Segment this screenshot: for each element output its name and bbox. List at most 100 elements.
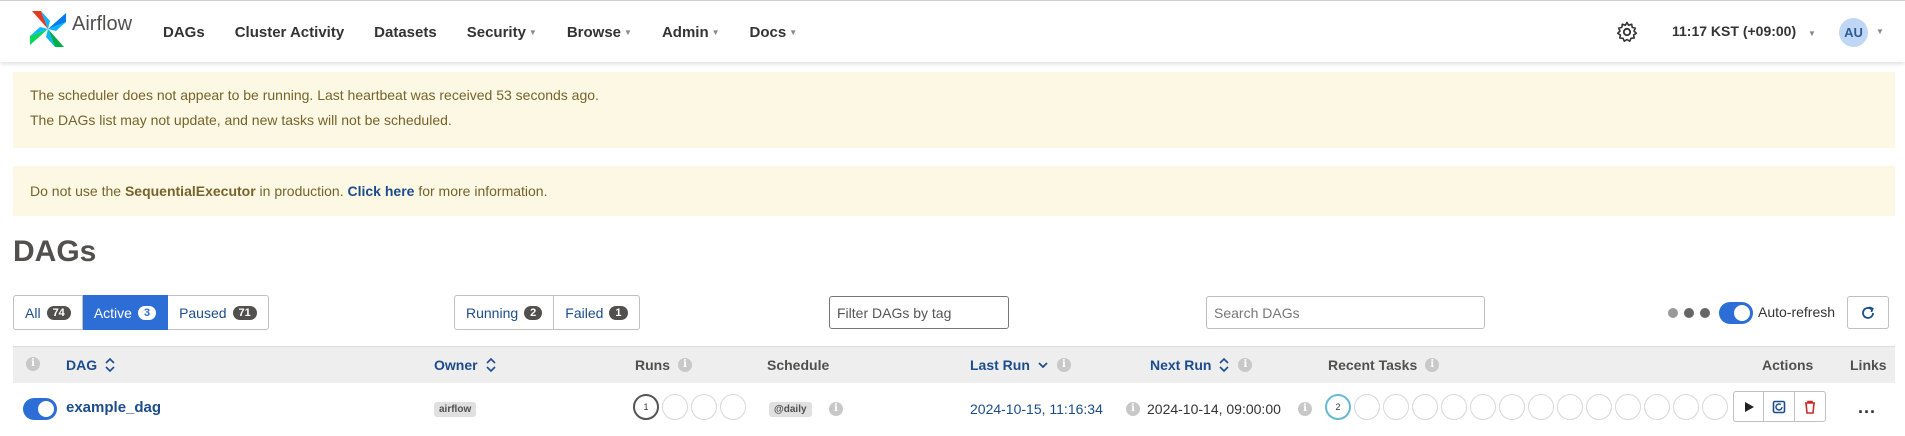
column-dag-label: DAG bbox=[66, 357, 98, 373]
filter-failed-label: Failed bbox=[565, 304, 604, 321]
column-runs-label: Runs bbox=[635, 357, 670, 373]
run-state-filter-group: Running 2 Failed 1 bbox=[454, 295, 640, 330]
filter-tags-input[interactable]: Filter DAGs by tag bbox=[829, 296, 1009, 329]
task-state-circle[interactable]: 2 bbox=[1325, 394, 1351, 420]
run-state-circle[interactable] bbox=[662, 394, 688, 420]
column-info-icon: i bbox=[26, 357, 40, 371]
filter-paused-button[interactable]: Paused 71 bbox=[168, 295, 269, 330]
chevron-down-icon bbox=[1038, 362, 1048, 369]
filter-active-button[interactable]: Active 3 bbox=[82, 295, 169, 330]
delete-dag-button[interactable] bbox=[1795, 391, 1826, 422]
run-state-circle[interactable]: 1 bbox=[633, 394, 659, 420]
trigger-dag-button[interactable] bbox=[1733, 391, 1764, 422]
task-state-circle[interactable] bbox=[1499, 394, 1525, 420]
auto-refresh-label: Auto-refresh bbox=[1758, 304, 1836, 320]
run-state-circle[interactable] bbox=[691, 394, 717, 420]
airflow-brand[interactable]: Airflow bbox=[28, 9, 132, 49]
refresh-dag-button[interactable] bbox=[1764, 391, 1795, 422]
task-state-circle[interactable] bbox=[1470, 394, 1496, 420]
task-state-circle[interactable] bbox=[1441, 394, 1467, 420]
dag-actions bbox=[1733, 391, 1826, 422]
column-last-run-label: Last Run bbox=[970, 357, 1030, 373]
filter-paused-label: Paused bbox=[179, 304, 227, 321]
auto-refresh-toggle[interactable] bbox=[1719, 302, 1753, 324]
nav-dags[interactable]: DAGs bbox=[163, 24, 205, 41]
filter-running-button[interactable]: Running 2 bbox=[454, 295, 555, 330]
chevron-down-icon: ▼ bbox=[528, 27, 537, 37]
info-icon[interactable]: i bbox=[1425, 358, 1440, 372]
filter-failed-count: 1 bbox=[609, 305, 628, 320]
search-dags-placeholder: Search DAGs bbox=[1214, 304, 1300, 321]
chevron-down-icon[interactable]: ▼ bbox=[1876, 27, 1884, 36]
task-state-circle[interactable] bbox=[1586, 394, 1612, 420]
trash-icon bbox=[1805, 400, 1815, 414]
nav-docs[interactable]: Docs ▼ bbox=[750, 24, 798, 41]
column-next-run-label: Next Run bbox=[1150, 357, 1212, 373]
time-label: 11:17 KST (+09:00) bbox=[1672, 23, 1797, 39]
scheduler-warning-line2: The DAGs list may not update, and new ta… bbox=[30, 112, 452, 128]
nav-cluster-activity[interactable]: Cluster Activity bbox=[235, 24, 344, 41]
nav-browse[interactable]: Browse ▼ bbox=[567, 24, 632, 41]
task-state-circle[interactable] bbox=[1644, 394, 1670, 420]
dag-pause-toggle[interactable] bbox=[23, 398, 57, 420]
column-links-label: Links bbox=[1850, 357, 1887, 373]
filter-paused-count: 71 bbox=[232, 305, 257, 320]
task-state-circle[interactable] bbox=[1528, 394, 1554, 420]
filter-active-count: 3 bbox=[137, 305, 157, 320]
scheduler-warning-line1: The scheduler does not appear to be runn… bbox=[30, 87, 599, 103]
nav-security[interactable]: Security ▼ bbox=[467, 24, 537, 41]
timezone-display[interactable]: 11:17 KST (+09:00) ▼ bbox=[1672, 23, 1816, 39]
chevron-down-icon: ▼ bbox=[624, 27, 632, 37]
column-next-run[interactable]: Next Run i bbox=[1150, 357, 1253, 373]
executor-docs-link[interactable]: Click here bbox=[348, 183, 415, 199]
user-avatar[interactable]: AU bbox=[1839, 18, 1868, 47]
run-state-circle[interactable] bbox=[720, 394, 746, 420]
nav-docs-label: Docs bbox=[749, 23, 787, 41]
nav-cluster-activity-label: Cluster Activity bbox=[234, 23, 345, 41]
info-icon[interactable]: i bbox=[678, 358, 692, 372]
filter-running-label: Running bbox=[466, 304, 519, 321]
task-state-circle[interactable] bbox=[1557, 394, 1583, 420]
task-state-circle[interactable] bbox=[1673, 394, 1699, 420]
chevron-down-icon: ▼ bbox=[711, 27, 720, 37]
column-owner[interactable]: Owner bbox=[434, 357, 497, 373]
executor-warning-suffix: for more information. bbox=[414, 183, 548, 199]
info-icon[interactable]: i bbox=[1056, 358, 1071, 372]
info-icon[interactable]: i bbox=[1298, 402, 1312, 416]
dag-id-link[interactable]: example_dag bbox=[66, 399, 161, 416]
info-icon[interactable]: i bbox=[829, 402, 843, 416]
task-state-circle[interactable] bbox=[1354, 394, 1380, 420]
task-state-circle[interactable] bbox=[1412, 394, 1438, 420]
search-dags-input[interactable]: Search DAGs bbox=[1206, 296, 1485, 329]
refresh-button[interactable] bbox=[1847, 296, 1889, 329]
info-icon[interactable]: i bbox=[1238, 358, 1253, 372]
column-recent-tasks: Recent Tasks i bbox=[1328, 357, 1440, 373]
executor-warning-prefix: Do not use the bbox=[30, 183, 125, 199]
more-links-icon[interactable]: ... bbox=[1858, 397, 1876, 418]
nav-dags-label: DAGs bbox=[163, 23, 205, 41]
task-state-circle[interactable] bbox=[1702, 394, 1728, 420]
airflow-logo-icon bbox=[30, 11, 66, 47]
filter-all-button[interactable]: All 74 bbox=[13, 295, 83, 330]
column-last-run[interactable]: Last Run i bbox=[970, 357, 1071, 373]
scheduler-warning-alert: The scheduler does not appear to be runn… bbox=[13, 72, 1895, 148]
filter-tags-placeholder: Filter DAGs by tag bbox=[837, 304, 952, 321]
column-dag[interactable]: DAG bbox=[66, 357, 116, 373]
gear-icon[interactable] bbox=[1615, 20, 1639, 44]
owner-badge[interactable]: airflow bbox=[434, 402, 477, 417]
filter-running-count: 2 bbox=[524, 305, 543, 320]
column-links: Links bbox=[1850, 357, 1887, 373]
play-icon bbox=[1744, 401, 1754, 412]
task-state-circle[interactable] bbox=[1615, 394, 1641, 420]
executor-warning-alert: Do not use the SequentialExecutor in pro… bbox=[13, 166, 1895, 216]
last-run-link[interactable]: 2024-10-15, 11:16:34 bbox=[970, 401, 1103, 417]
nav-datasets[interactable]: Datasets bbox=[374, 24, 437, 41]
nav-security-label: Security bbox=[466, 23, 526, 41]
nav-admin[interactable]: Admin ▼ bbox=[662, 24, 720, 41]
info-icon[interactable]: i bbox=[1126, 402, 1140, 416]
task-state-circle[interactable] bbox=[1383, 394, 1409, 420]
filter-failed-button[interactable]: Failed 1 bbox=[554, 295, 640, 330]
loading-dots-icon bbox=[1668, 308, 1716, 318]
schedule-badge[interactable]: @daily bbox=[769, 402, 812, 417]
nav-browse-label: Browse bbox=[566, 23, 622, 41]
